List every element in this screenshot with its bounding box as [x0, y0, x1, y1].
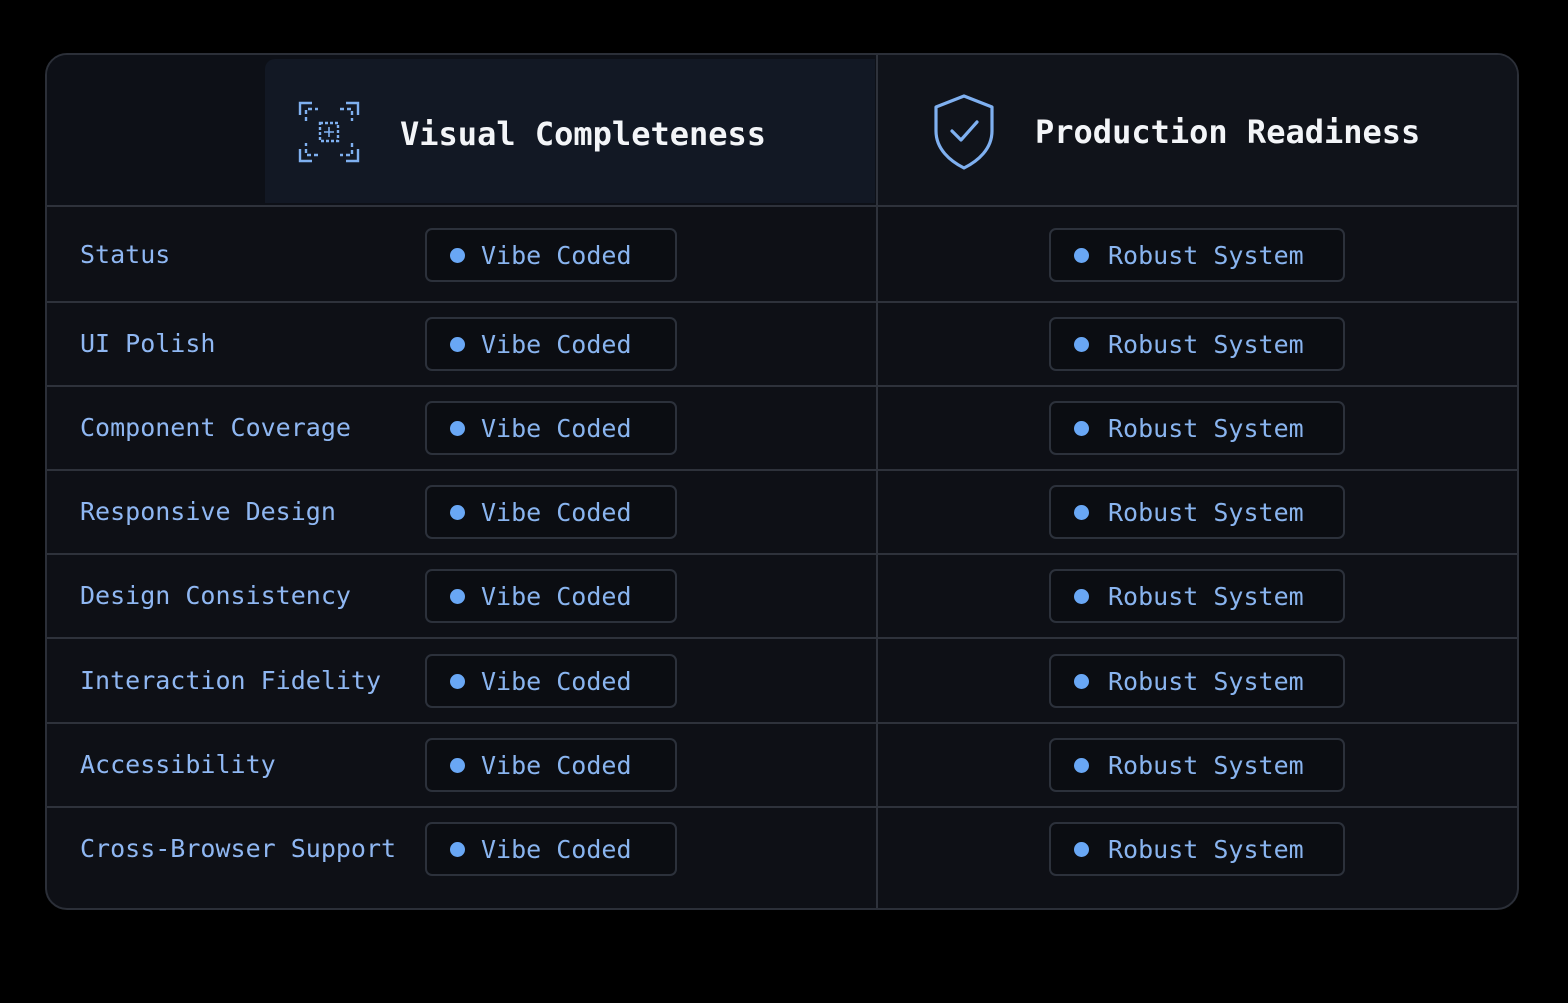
vibe-coded-badge: Vibe Coded	[425, 401, 677, 455]
robust-system-badge: Robust System	[1049, 485, 1345, 539]
badge-label: Vibe Coded	[481, 666, 632, 696]
badge-label: Robust System	[1108, 834, 1304, 864]
badge-label: Robust System	[1108, 329, 1304, 359]
status-dot-icon	[450, 673, 465, 689]
row-label: Cross-Browser Support	[80, 834, 397, 863]
badge-label: Vibe Coded	[481, 329, 632, 359]
badge-label: Robust System	[1108, 240, 1304, 270]
table-row: Responsive Design Vibe Coded Robust System	[47, 471, 1517, 555]
badge-label: Robust System	[1108, 413, 1304, 443]
status-dot-icon	[1074, 841, 1089, 857]
vibe-coded-badge: Vibe Coded	[425, 228, 677, 282]
status-dot-icon	[450, 588, 465, 604]
badge-label: Vibe Coded	[481, 581, 632, 611]
vibe-coded-badge: Vibe Coded	[425, 317, 677, 371]
robust-system-badge: Robust System	[1049, 738, 1345, 792]
status-dot-icon	[450, 420, 465, 436]
robust-system-badge: Robust System	[1049, 401, 1345, 455]
status-dot-icon	[1074, 420, 1089, 436]
header-title-visual: Visual Completeness	[400, 115, 767, 153]
status-dot-icon	[1074, 588, 1089, 604]
header-title-production: Production Readiness	[1035, 113, 1421, 151]
robust-system-badge: Robust System	[1049, 317, 1345, 371]
badge-label: Robust System	[1108, 750, 1304, 780]
table-row: Interaction Fidelity Vibe Coded Robust Sys…	[47, 639, 1517, 724]
status-dot-icon	[450, 757, 465, 773]
table-row: Status Vibe Coded Robust System	[47, 207, 1517, 303]
status-dot-icon	[450, 841, 465, 857]
table-header: Visual Completeness Production Readiness	[47, 55, 1517, 207]
badge-label: Robust System	[1108, 497, 1304, 527]
table-row: Cross-Browser Support Vibe Coded Robust Sy…	[47, 808, 1517, 908]
status-dot-icon	[1074, 504, 1089, 520]
vibe-coded-badge: Vibe Coded	[425, 738, 677, 792]
row-label: UI Polish	[80, 329, 216, 358]
row-label: Accessibility	[80, 750, 276, 779]
badge-label: Vibe Coded	[481, 413, 632, 443]
table-row: Component Coverage Vibe Coded Robust Syste…	[47, 387, 1517, 471]
robust-system-badge: Robust System	[1049, 228, 1345, 282]
status-dot-icon	[1074, 673, 1089, 689]
robust-system-badge: Robust System	[1049, 822, 1345, 876]
comparison-table: Visual Completeness Production Readiness…	[45, 53, 1519, 910]
table-row: UI Polish Vibe Coded Robust System	[47, 303, 1517, 387]
header-production-readiness: Production Readiness	[878, 55, 1517, 205]
status-dot-icon	[1074, 336, 1089, 352]
vibe-coded-badge: Vibe Coded	[425, 822, 677, 876]
vibe-coded-badge: Vibe Coded	[425, 569, 677, 623]
status-dot-icon	[450, 247, 465, 263]
status-dot-icon	[1074, 757, 1089, 773]
table-row: Design Consistency Vibe Coded Robust Syste…	[47, 555, 1517, 639]
badge-label: Vibe Coded	[481, 834, 632, 864]
table-row: Accessibility Vibe Coded Robust System	[47, 724, 1517, 808]
shield-check-icon	[934, 94, 994, 170]
badge-label: Vibe Coded	[481, 240, 632, 270]
frame-scan-icon	[298, 101, 360, 163]
vibe-coded-badge: Vibe Coded	[425, 654, 677, 708]
row-label: Design Consistency	[80, 581, 351, 610]
status-dot-icon	[450, 504, 465, 520]
row-label: Status	[80, 240, 171, 269]
row-label: Responsive Design	[80, 497, 336, 526]
row-label: Component Coverage	[80, 413, 351, 442]
badge-label: Vibe Coded	[481, 750, 632, 780]
badge-label: Robust System	[1108, 666, 1304, 696]
robust-system-badge: Robust System	[1049, 654, 1345, 708]
row-label: Interaction Fidelity	[80, 666, 382, 695]
robust-system-badge: Robust System	[1049, 569, 1345, 623]
badge-label: Robust System	[1108, 581, 1304, 611]
status-dot-icon	[450, 336, 465, 352]
header-visual-completeness: Visual Completeness	[265, 59, 875, 203]
vibe-coded-badge: Vibe Coded	[425, 485, 677, 539]
badge-label: Vibe Coded	[481, 497, 632, 527]
table-body: Status Vibe Coded Robust System UI Polish Vi…	[47, 207, 1517, 908]
status-dot-icon	[1074, 247, 1089, 263]
